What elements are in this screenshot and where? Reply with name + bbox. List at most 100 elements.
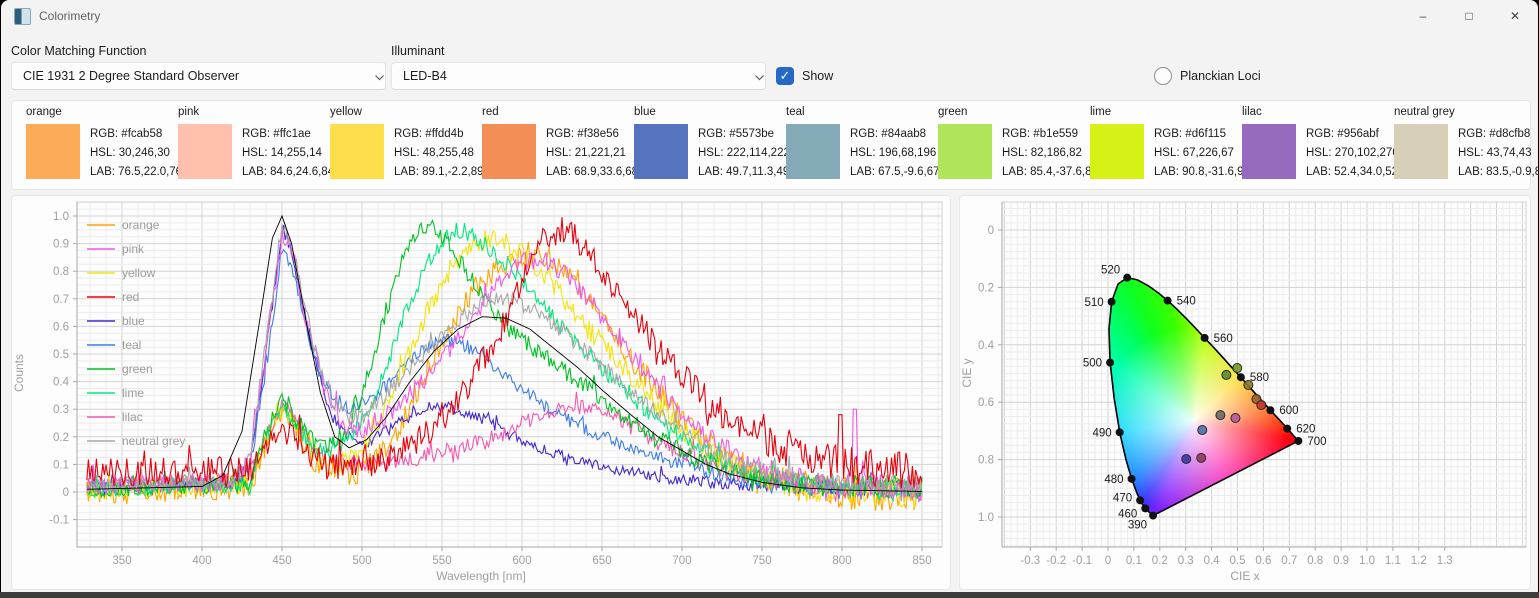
cie-x-axis-title: CIE x <box>960 569 1530 583</box>
svg-text:0.8: 0.8 <box>53 266 69 278</box>
swatch-hsl-value: HSL: 82,186,82 <box>1002 147 1082 159</box>
locus-wavelength-label: 580 <box>1250 372 1269 384</box>
svg-text:0.5: 0.5 <box>1230 555 1246 567</box>
spectrum-line-orange <box>87 242 922 511</box>
locus-wavelength-label: 700 <box>1307 436 1326 448</box>
chromaticity-point-teal <box>1198 426 1207 435</box>
swatch-neutral-grey: neutral greyRGB: #d8cfb8 HSL: 43,74,43 LAB… <box>1394 101 1538 191</box>
chromaticity-point-lime <box>1233 364 1242 373</box>
swatch-rgb-value: RGB: #5573be <box>698 128 774 140</box>
swatch-lab-value: LAB: 83.5,-0.9,83.5 <box>1458 166 1538 178</box>
swatch-panel: orangeRGB: #fcab58HSL: 30,246,30LAB: 76.… <box>11 100 1531 190</box>
swatch-color-box <box>1242 124 1296 179</box>
swatch-name: neutral grey <box>1394 106 1455 118</box>
swatch-hsl-value: HSL: 30,246,30 <box>90 147 170 159</box>
svg-text:0.6: 0.6 <box>978 397 994 409</box>
svg-text:0.2: 0.2 <box>978 282 994 294</box>
svg-text:-0.1: -0.1 <box>49 515 69 527</box>
swatch-lab-value: LAB: 67.5,-9.6,67.5 <box>850 166 949 178</box>
svg-text:1.3: 1.3 <box>1437 555 1453 567</box>
swatch-rgb-value: RGB: #956abf <box>1306 128 1379 140</box>
locus-wavelength-label: 520 <box>1101 265 1120 277</box>
planckian-checkbox[interactable] <box>1154 67 1172 85</box>
swatch-color-box <box>26 124 80 179</box>
swatch-rgb-value: RGB: #84aab8 <box>850 128 926 140</box>
swatch-hsl-value: HSL: 43,74,43 <box>1458 147 1532 159</box>
swatch-name: yellow <box>330 106 362 118</box>
swatch-color-box <box>330 124 384 179</box>
svg-text:0.4: 0.4 <box>53 377 70 389</box>
swatch-rgb-value: RGB: #ffc1ae <box>242 128 311 140</box>
chromaticity-point-green <box>1222 370 1231 379</box>
swatch-color-box <box>786 124 840 179</box>
svg-text:-0.3: -0.3 <box>1020 555 1040 567</box>
spectrum-line-green <box>87 221 922 499</box>
svg-text:-0.2: -0.2 <box>1046 555 1066 567</box>
swatch-name: red <box>482 106 499 118</box>
titlebar: Colorimetry – □ ✕ <box>1 0 1538 32</box>
legend-item: orange <box>122 218 160 232</box>
illuminant-value: LED-B4 <box>403 69 447 83</box>
swatch-color-box <box>1394 124 1448 179</box>
chromaticity-point-lilac <box>1197 453 1206 462</box>
spectra-y-axis-title: Counts <box>12 338 26 408</box>
svg-text:0.9: 0.9 <box>53 239 69 251</box>
swatch-rgb-value: RGB: #f38e56 <box>546 128 619 140</box>
locus-wavelength-label: 500 <box>1083 358 1102 370</box>
swatch-name: orange <box>26 106 62 118</box>
close-button[interactable]: ✕ <box>1492 0 1538 32</box>
svg-text:600: 600 <box>512 555 531 567</box>
planckian-checkbox-row: Planckian Loci <box>1154 67 1261 85</box>
swatch-name: lime <box>1090 106 1111 118</box>
svg-text:400: 400 <box>192 555 211 567</box>
swatch-hsl-value: HSL: 48,255,48 <box>394 147 474 159</box>
svg-text:800: 800 <box>832 555 851 567</box>
planckian-checkbox-label: Planckian Loci <box>1180 69 1261 83</box>
maximize-button[interactable]: □ <box>1446 0 1492 32</box>
swatch-orange: orangeRGB: #fcab58HSL: 30,246,30LAB: 76.… <box>26 101 176 191</box>
swatch-blue: blueRGB: #5573beHSL: 222,114,222LAB: 49.… <box>634 101 784 191</box>
swatch-red: redRGB: #f38e56HSL: 21,221,21LAB: 68.9,3… <box>482 101 632 191</box>
svg-text:550: 550 <box>432 555 451 567</box>
cmf-value: CIE 1931 2 Degree Standard Observer <box>23 69 239 83</box>
svg-text:1.0: 1.0 <box>978 512 994 524</box>
swatch-rgb-value: RGB: #b1e559 <box>1002 128 1078 140</box>
illuminant-dropdown[interactable]: LED-B4 <box>391 62 766 90</box>
svg-text:0.3: 0.3 <box>53 404 69 416</box>
locus-wavelength-label: 540 <box>1177 296 1196 308</box>
swatch-color-box <box>178 124 232 179</box>
minimize-button[interactable]: – <box>1400 0 1446 32</box>
legend-item: blue <box>122 314 145 328</box>
svg-text:850: 850 <box>912 555 931 567</box>
svg-text:0.4: 0.4 <box>1204 555 1221 567</box>
chromaticity-point-neutral-grey <box>1216 411 1225 420</box>
locus-wavelength-label: 620 <box>1296 424 1315 436</box>
svg-text:1.1: 1.1 <box>1385 555 1401 567</box>
spectra-plot[interactable]: 350400450500550600650700750800850-0.100.… <box>12 196 950 589</box>
cmf-dropdown[interactable]: CIE 1931 2 Degree Standard Observer <box>11 62 386 90</box>
svg-text:0.4: 0.4 <box>978 340 995 352</box>
svg-text:0: 0 <box>1105 555 1111 567</box>
cmf-label: Color Matching Function <box>11 44 146 58</box>
spectrum-line-blue <box>87 225 922 499</box>
legend-item: yellow <box>122 266 156 280</box>
swatch-rgb-value: RGB: #d8cfb8 <box>1458 128 1530 140</box>
show-checkbox[interactable]: ✓ <box>776 67 794 85</box>
swatch-lilac: lilacRGB: #956abfHSL: 270,102,270LAB: 52… <box>1242 101 1392 191</box>
legend-item: lilac <box>122 410 143 424</box>
chromaticity-plot-panel: 3904604704804905005105205405605806006207… <box>959 195 1531 590</box>
legend-item: green <box>122 362 153 376</box>
svg-text:0.9: 0.9 <box>1333 555 1349 567</box>
show-checkbox-row: ✓ Show <box>776 67 833 85</box>
svg-text:-0.1: -0.1 <box>1072 555 1092 567</box>
swatch-hsl-value: HSL: 14,255,14 <box>242 147 322 159</box>
chromaticity-plot[interactable]: 3904604704804905005105205405605806006207… <box>960 196 1530 589</box>
chromaticity-gamut-fill <box>1107 276 1301 518</box>
chromaticity-point-pink <box>1231 413 1240 422</box>
swatch-color-box <box>634 124 688 179</box>
chromaticity-point-blue <box>1182 455 1191 464</box>
legend-item: teal <box>122 338 141 352</box>
svg-text:350: 350 <box>112 555 131 567</box>
svg-text:0.7: 0.7 <box>53 294 69 306</box>
svg-text:0.2: 0.2 <box>1152 555 1168 567</box>
